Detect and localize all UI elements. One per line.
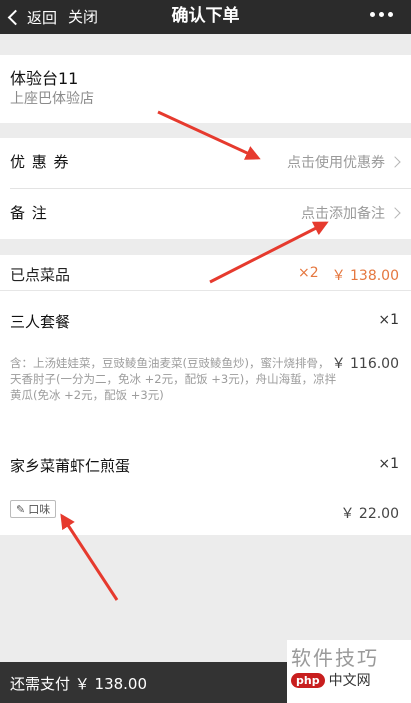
options-card: 优 惠 券 点击使用优惠券 备 注 点击添加备注	[0, 138, 411, 239]
page-title: 确认下单	[171, 6, 240, 26]
store-address: 上座巴体验店	[10, 91, 94, 107]
item-name: 家乡菜莆虾仁煎蛋	[10, 457, 131, 475]
chevron-right-icon	[389, 156, 401, 168]
watermark-cn: 中文网	[328, 673, 371, 689]
pay-amount: 还需支付 ￥ 138.00	[10, 675, 148, 693]
pencil-icon: ✎	[16, 502, 26, 516]
item-price: ￥ 116.00	[331, 356, 399, 372]
chevron-right-icon	[389, 207, 401, 219]
order-total-price: ￥ 138.00	[331, 268, 399, 284]
more-dots-icon[interactable]	[370, 12, 393, 17]
watermark-text: 软件技巧	[291, 646, 379, 670]
note-value: 点击添加备注	[301, 206, 385, 222]
item-qty: ×1	[378, 456, 399, 472]
item-description: 含：上汤娃娃菜，豆豉鲮鱼油麦菜(豆豉鲮鱼炒)，蜜汁烧排骨，天香肘子(一分为二，免…	[10, 356, 337, 402]
item-price: ￥ 22.00	[340, 506, 399, 522]
php-logo: php	[291, 672, 325, 688]
order-total-qty: ×2	[298, 265, 319, 281]
taste-label: 口味	[28, 503, 51, 516]
coupon-row[interactable]: 优 惠 券 点击使用优惠券	[0, 138, 411, 189]
item-qty: ×1	[378, 312, 399, 328]
note-row[interactable]: 备 注 点击添加备注	[0, 189, 411, 239]
footer-bar: 还需支付 ￥ 138.00 软件技巧 php 中文网	[0, 640, 411, 703]
note-label: 备 注	[10, 204, 48, 222]
coupon-value: 点击使用优惠券	[287, 155, 385, 171]
item-name: 三人套餐	[10, 313, 71, 331]
taste-button[interactable]: ✎ 口味	[10, 500, 57, 518]
order-header: 已点菜品 ×2 ￥ 138.00	[0, 255, 411, 291]
coupon-label: 优 惠 券	[10, 153, 70, 171]
order-item: 三人套餐 ×1 ￥ 116.00 含：上汤娃娃菜，豆豉鲮鱼油麦菜(豆豉鲮鱼炒)，…	[0, 301, 411, 431]
order-item: 家乡菜莆虾仁煎蛋 ×1 ￥ 22.00	[0, 445, 411, 535]
order-header-label: 已点菜品	[10, 266, 71, 284]
store-name: 体验台11	[10, 69, 79, 88]
store-card: 体验台11 上座巴体验店	[0, 55, 411, 123]
order-card: 已点菜品 ×2 ￥ 138.00 三人套餐 ×1 ￥ 116.00 含：上汤娃娃…	[0, 255, 411, 535]
nav-bar: 返回 关闭 确认下单	[0, 0, 411, 34]
watermark: 软件技巧 php 中文网	[287, 640, 411, 703]
